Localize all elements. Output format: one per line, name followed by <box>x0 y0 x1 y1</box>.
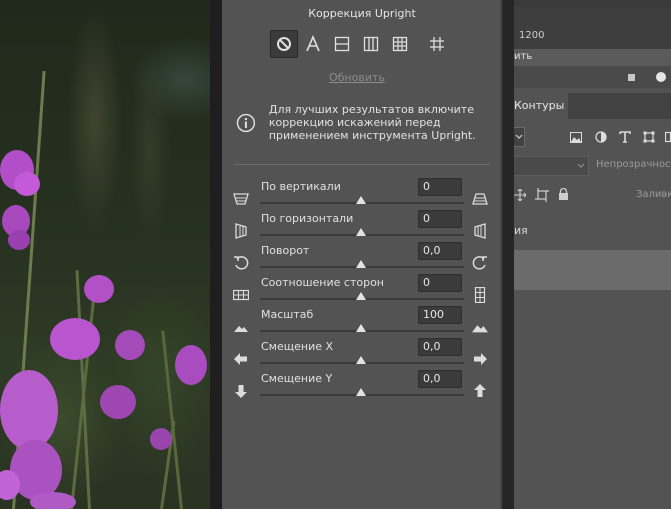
update-link[interactable]: Обновить <box>222 71 492 84</box>
horizontal-perspective-plus-icon[interactable] <box>472 223 488 239</box>
slider-thumb[interactable] <box>356 292 366 300</box>
smart-object-filter-icon[interactable] <box>665 131 671 143</box>
photo-canvas <box>0 0 210 509</box>
slider-label: Смещение Y <box>261 372 333 385</box>
upright-full-button[interactable] <box>386 30 414 58</box>
slider-thumb[interactable] <box>356 260 366 268</box>
separator <box>234 164 490 165</box>
photoshop-side-panels: 1200 ить Контуры Непрозрачнос Заливк ия <box>514 0 671 509</box>
slider-value-field[interactable]: 0 <box>418 210 462 228</box>
slider-value-field[interactable]: 100 <box>418 306 462 324</box>
slider-horizontal: По горизонтали 0 <box>222 210 502 242</box>
slider-rotate: Поворот 0,0 <box>222 242 502 274</box>
canvas-divider <box>210 0 222 509</box>
slider-offset-x: Смещение X 0,0 <box>222 338 502 370</box>
action-bar-label: ить <box>514 51 533 62</box>
scale-small-icon[interactable] <box>233 319 249 335</box>
vertical-icon <box>363 36 379 52</box>
layer-row-selected[interactable] <box>514 250 671 290</box>
letter-a-icon <box>306 35 320 52</box>
crop-guides-icon <box>430 37 444 51</box>
slider-label: Соотношение сторон <box>261 276 384 289</box>
adjustment-filter-icon[interactable] <box>595 131 607 143</box>
upright-vertical-button[interactable] <box>357 30 385 58</box>
upright-guided-button[interactable] <box>423 30 451 58</box>
opacity-label: Непрозрачность <box>596 159 671 170</box>
layer-name-fragment[interactable]: ия <box>514 224 528 237</box>
chevron-down-icon <box>577 163 585 168</box>
slider-offset-y: Смещение Y 0,0 <box>222 370 502 402</box>
slider-label: По вертикали <box>261 180 341 193</box>
panel-title: Коррекция Upright <box>308 7 416 20</box>
type-filter-icon[interactable] <box>619 131 631 143</box>
panel-strip <box>514 66 671 88</box>
slider-label: Масштаб <box>261 308 314 321</box>
info-message: Для лучших результатов включите коррекци… <box>236 103 492 142</box>
lock-row: Заливка <box>514 186 671 206</box>
width-value[interactable]: 1200 <box>519 30 544 41</box>
top-field[interactable] <box>514 0 671 7</box>
slider-thumb[interactable] <box>356 356 366 364</box>
slider-thumb[interactable] <box>356 388 366 396</box>
slider-thumb[interactable] <box>356 196 366 204</box>
lock-icon[interactable] <box>558 188 569 200</box>
info-icon <box>236 113 256 133</box>
square-icon[interactable] <box>628 74 635 81</box>
slider-value-field[interactable]: 0,0 <box>418 242 462 260</box>
layer-filter-icons <box>514 126 671 152</box>
info-text: Для лучших результатов включите коррекци… <box>268 103 476 142</box>
slider-value-field[interactable]: 0,0 <box>418 370 462 388</box>
slider-aspect: Соотношение сторон 0 <box>222 274 502 306</box>
upright-auto-button[interactable] <box>299 30 327 58</box>
rotate-left-icon[interactable] <box>233 255 249 271</box>
arrow-left-icon[interactable] <box>233 351 249 367</box>
vertical-perspective-minus-icon[interactable] <box>233 191 249 207</box>
slider-thumb[interactable] <box>356 228 366 236</box>
arrow-down-icon[interactable] <box>233 383 249 399</box>
circle-icon[interactable] <box>656 72 666 82</box>
shape-filter-icon[interactable] <box>643 131 655 143</box>
action-bar[interactable]: ить <box>514 49 671 66</box>
no-symbol-icon <box>277 37 291 51</box>
image-filter-icon[interactable] <box>570 132 582 143</box>
artboard-lock-icon[interactable] <box>535 188 549 202</box>
slider-label: Поворот <box>261 244 310 257</box>
upright-buttons <box>270 29 452 59</box>
properties-fields: 1200 <box>514 0 671 50</box>
tab-paths[interactable]: Контуры <box>514 93 568 119</box>
lens-correction-panel: Коррекция Upright Обновить Для лучших ре… <box>222 0 502 509</box>
scale-large-icon[interactable] <box>472 319 488 335</box>
level-icon <box>334 36 350 52</box>
vertical-perspective-plus-icon[interactable] <box>472 191 488 207</box>
arrow-up-icon[interactable] <box>472 383 488 399</box>
slider-label: Смещение X <box>261 340 334 353</box>
rotate-right-icon[interactable] <box>472 255 488 271</box>
slider-vertical: По вертикали 0 <box>222 178 502 210</box>
slider-label: По горизонтали <box>261 212 354 225</box>
slider-value-field[interactable]: 0 <box>418 178 462 196</box>
blend-opacity-row: Непрозрачность <box>514 156 671 176</box>
blend-mode-dropdown[interactable] <box>514 156 589 176</box>
upright-level-button[interactable] <box>328 30 356 58</box>
fill-label: Заливка <box>636 189 671 200</box>
layers-tabbar: Контуры <box>514 93 671 119</box>
horizontal-perspective-minus-icon[interactable] <box>233 223 249 239</box>
grid-icon <box>392 36 408 52</box>
arrow-right-icon[interactable] <box>472 351 488 367</box>
move-lock-icon[interactable] <box>514 189 526 201</box>
slider-scale: Масштаб 100 <box>222 306 502 338</box>
slider-value-field[interactable]: 0,0 <box>418 338 462 356</box>
aspect-tall-icon[interactable] <box>472 287 488 303</box>
aspect-wide-icon[interactable] <box>233 287 249 303</box>
slider-thumb[interactable] <box>356 324 366 332</box>
slider-value-field[interactable]: 0 <box>418 274 462 292</box>
panel-divider <box>502 0 514 509</box>
upright-off-button[interactable] <box>270 30 298 58</box>
